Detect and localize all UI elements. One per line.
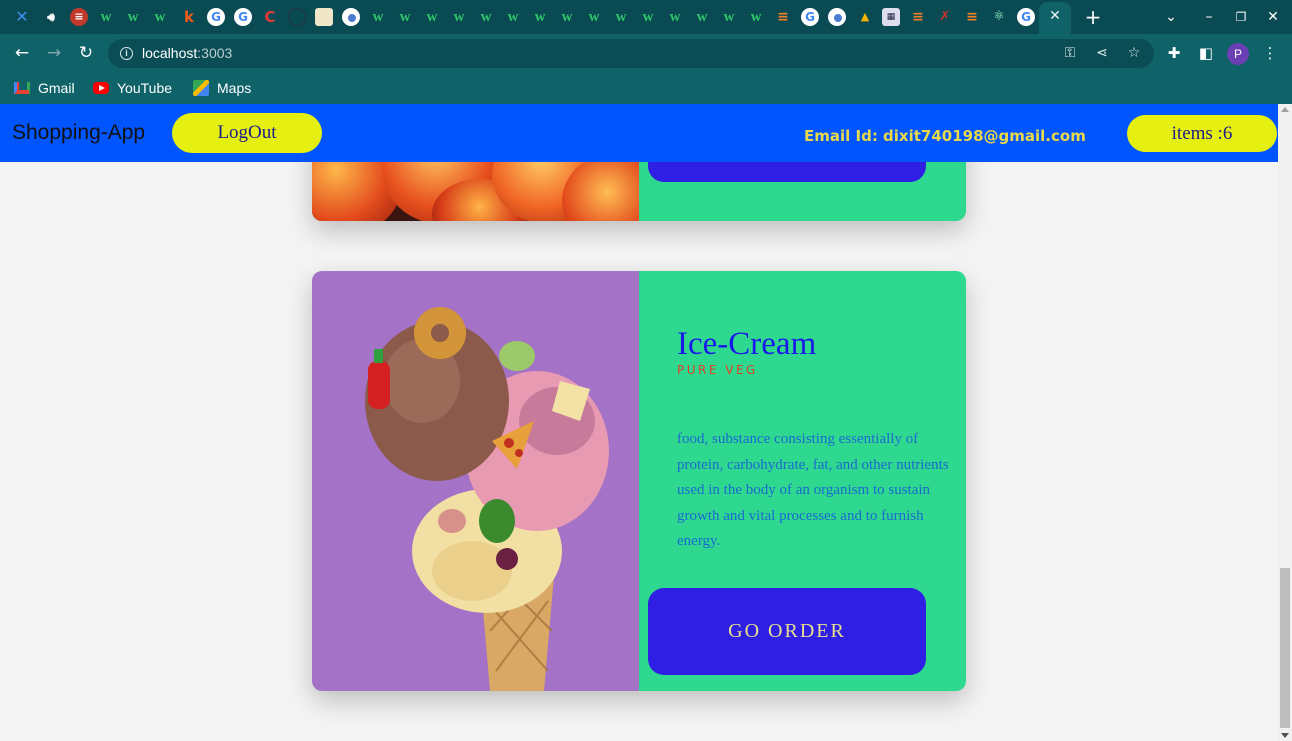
page-scrollbar[interactable] — [1278, 104, 1292, 741]
reload-icon[interactable]: ↻ — [74, 42, 98, 64]
app-navbar: Shopping-App LogOut Email Id: dixit74019… — [0, 104, 1278, 162]
product-title: Ice-Cream — [677, 326, 817, 362]
bookmark-youtube[interactable]: YouTube — [93, 78, 172, 98]
image-tab-icon[interactable] — [315, 8, 333, 26]
w-tab-icon[interactable]: w — [450, 8, 468, 26]
w-tab-icon[interactable]: w — [585, 8, 603, 26]
bookmark-star-icon[interactable]: ☆ — [1124, 43, 1144, 63]
w-tab-icon[interactable]: w — [477, 8, 495, 26]
bookmark-label: YouTube — [117, 80, 173, 96]
speaker-icon[interactable]: 🔊︎ — [42, 8, 60, 26]
w-tab-icon[interactable]: w — [639, 8, 657, 26]
browser-tab-strip: ✕ 🔊︎ ≡ w w w k G G C w w w w w w w w w w… — [0, 0, 1292, 34]
ice-cream-product-image — [312, 271, 639, 691]
product-subtitle: PURE VEG — [677, 363, 758, 377]
w-tab-icon[interactable]: w — [151, 8, 169, 26]
bookmark-label: Gmail — [38, 80, 75, 96]
page-viewport: Shopping-App LogOut Email Id: dixit74019… — [0, 104, 1278, 741]
stackoverflow-tab-icon[interactable]: ≡ — [963, 8, 981, 26]
w-tab-icon[interactable]: w — [720, 8, 738, 26]
product-description: food, substance consisting essentially o… — [677, 431, 949, 549]
logout-button[interactable]: LogOut — [172, 113, 322, 153]
cart-items-button[interactable]: items :6 — [1127, 115, 1277, 152]
share-icon[interactable]: ⋖ — [1092, 43, 1112, 63]
product-card-body: Ice-Cream PURE VEG food, substance consi… — [639, 271, 966, 691]
figure-tab-icon[interactable]: ✗ — [936, 8, 954, 26]
w-tab-icon[interactable]: w — [369, 8, 387, 26]
k-tab-icon[interactable]: k — [180, 8, 198, 26]
stripes-tab-icon[interactable]: ≡ — [70, 8, 88, 26]
drive-tab-icon[interactable]: ▲ — [856, 8, 874, 26]
bookmark-label: Maps — [217, 80, 252, 96]
browser-toolbar: ← → ↻ i localhost:3003 ⚿ ⋖ ☆ ✚ ◧ P ⋮ — [0, 34, 1292, 72]
new-tab-button[interactable]: + — [1082, 6, 1104, 28]
w-tab-icon[interactable]: w — [558, 8, 576, 26]
w-tab-icon[interactable]: w — [124, 8, 142, 26]
restore-icon[interactable]: ❐ — [1229, 6, 1253, 28]
url-text[interactable]: localhost:3003 — [142, 45, 232, 61]
document-tab-icon[interactable]: ▦ — [882, 8, 900, 26]
url-host: localhost — [142, 45, 198, 61]
w-tab-icon[interactable]: w — [423, 8, 441, 26]
ice-cream-illustration — [365, 307, 609, 691]
google-tab-icon[interactable]: G — [234, 8, 252, 26]
w-tab-icon[interactable]: w — [504, 8, 522, 26]
chrome-tab-icon[interactable] — [342, 8, 360, 26]
bookmark-gmail[interactable]: Gmail — [14, 78, 75, 98]
bookmarks-bar: Gmail YouTube Maps — [0, 72, 1292, 104]
extensions-icon[interactable]: ✚ — [1163, 42, 1185, 64]
w-tab-icon[interactable]: w — [666, 8, 684, 26]
profile-avatar[interactable]: P — [1227, 43, 1249, 65]
forward-icon[interactable]: → — [42, 42, 66, 64]
bookmark-maps[interactable]: Maps — [193, 78, 251, 98]
chrome-tab-icon[interactable] — [828, 8, 846, 26]
app-brand[interactable]: Shopping-App — [12, 121, 145, 145]
google-tab-icon[interactable]: G — [207, 8, 225, 26]
url-port: :3003 — [197, 45, 233, 61]
w-tab-icon[interactable]: w — [612, 8, 630, 26]
stackoverflow-tab-icon[interactable]: ≡ — [774, 8, 792, 26]
product-card-ice-cream: Ice-Cream PURE VEG food, substance consi… — [312, 271, 966, 691]
side-panel-icon[interactable]: ◧ — [1195, 42, 1217, 64]
github-tab-icon[interactable] — [288, 8, 306, 26]
close-window-icon[interactable]: ✕ — [1261, 6, 1285, 28]
key-icon[interactable]: ⚿ — [1060, 43, 1080, 63]
w-tab-icon[interactable]: w — [747, 8, 765, 26]
google-tab-icon[interactable]: G — [1017, 8, 1035, 26]
youtube-icon — [93, 82, 109, 94]
menu-icon[interactable]: ⋮ — [1259, 42, 1281, 64]
close-tab-icon[interactable]: ✕ — [1046, 7, 1064, 25]
scroll-down-arrow-icon[interactable] — [1281, 733, 1289, 738]
scroll-up-arrow-icon[interactable] — [1281, 107, 1289, 112]
react-tab-icon[interactable]: ⚛ — [990, 8, 1008, 26]
w-tab-icon[interactable]: w — [396, 8, 414, 26]
tab-search-icon[interactable]: ⌄ — [1159, 6, 1183, 28]
vscode-tab-icon[interactable]: ✕ — [13, 8, 31, 26]
w-tab-icon[interactable]: w — [693, 8, 711, 26]
w-tab-icon[interactable]: w — [97, 8, 115, 26]
w-tab-icon[interactable]: w — [531, 8, 549, 26]
c-tab-icon[interactable]: C — [261, 8, 279, 26]
maps-icon — [193, 80, 209, 96]
google-tab-icon[interactable]: G — [801, 8, 819, 26]
site-info-icon[interactable]: i — [120, 47, 133, 60]
stackoverflow-tab-icon[interactable]: ≡ — [909, 8, 927, 26]
back-icon[interactable]: ← — [10, 42, 34, 64]
address-bar[interactable]: i localhost:3003 ⚿ ⋖ ☆ — [108, 39, 1154, 68]
user-email: Email Id: dixit740198@gmail.com — [804, 127, 1086, 145]
gmail-icon — [14, 82, 30, 94]
go-order-button[interactable]: GO ORDER — [648, 588, 926, 675]
scrollbar-thumb[interactable] — [1280, 568, 1290, 728]
minimize-icon[interactable]: – — [1197, 6, 1221, 28]
